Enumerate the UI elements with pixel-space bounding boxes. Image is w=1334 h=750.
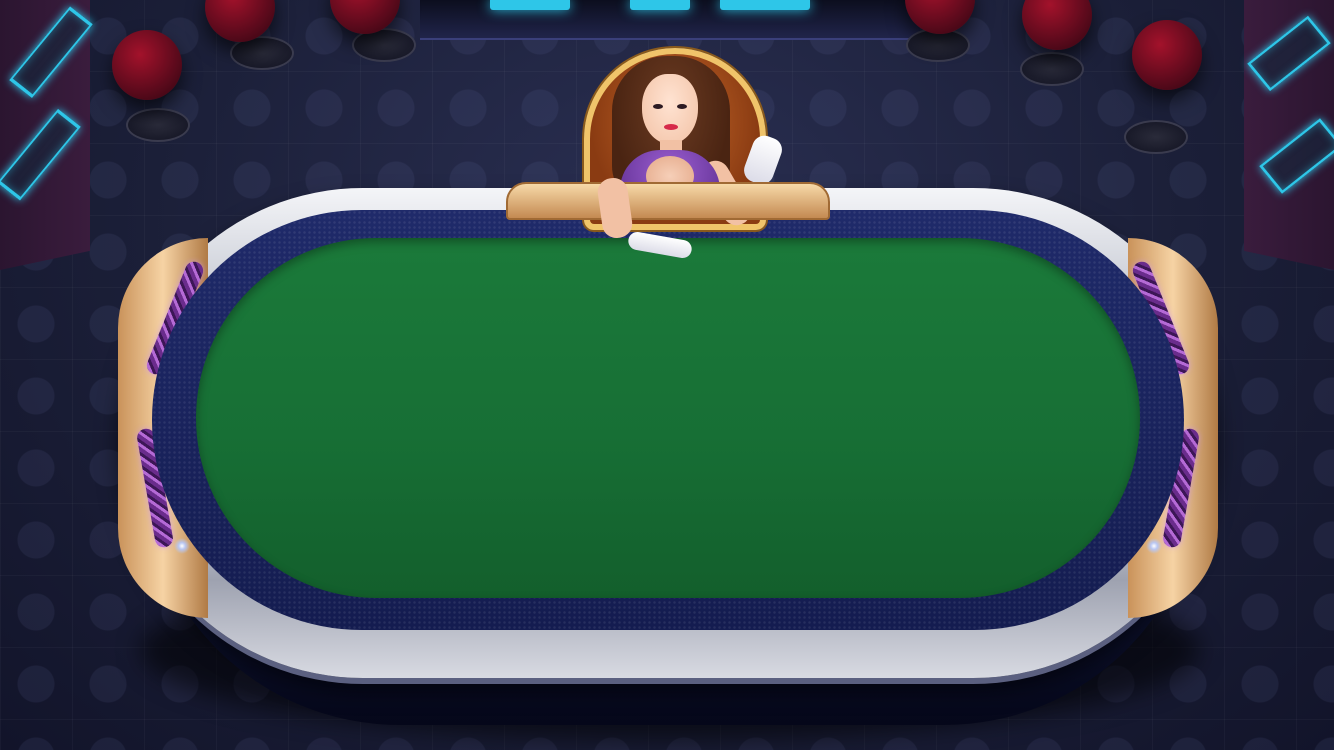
neon-light xyxy=(720,0,810,10)
neon-diamond-panel xyxy=(0,108,81,201)
bar-stool xyxy=(112,30,182,100)
stool-base xyxy=(1020,52,1084,86)
back-wall-bar xyxy=(420,0,920,40)
dealer-face xyxy=(642,74,698,144)
dealer-lips xyxy=(664,124,678,130)
neon-light xyxy=(490,0,570,10)
game-scene xyxy=(0,0,1334,750)
neon-light xyxy=(630,0,690,10)
sparkle xyxy=(1146,538,1162,554)
neon-diamond-panel xyxy=(1259,118,1334,194)
stool-base xyxy=(1124,120,1188,154)
dealer-eye xyxy=(653,104,663,109)
right-wall-cabinet xyxy=(1244,0,1334,271)
bar-stool xyxy=(1132,20,1202,90)
dealer-rail-cap xyxy=(506,182,830,220)
sparkle xyxy=(174,538,190,554)
neon-diamond-panel xyxy=(9,6,93,98)
dealer-character xyxy=(500,48,840,268)
left-wall-cabinet xyxy=(0,0,93,271)
dealer-eye xyxy=(677,104,687,109)
stool-base xyxy=(126,108,190,142)
neon-diamond-panel xyxy=(1247,15,1331,92)
dealer-glove-left xyxy=(626,230,694,260)
table-felt[interactable] xyxy=(196,238,1140,598)
